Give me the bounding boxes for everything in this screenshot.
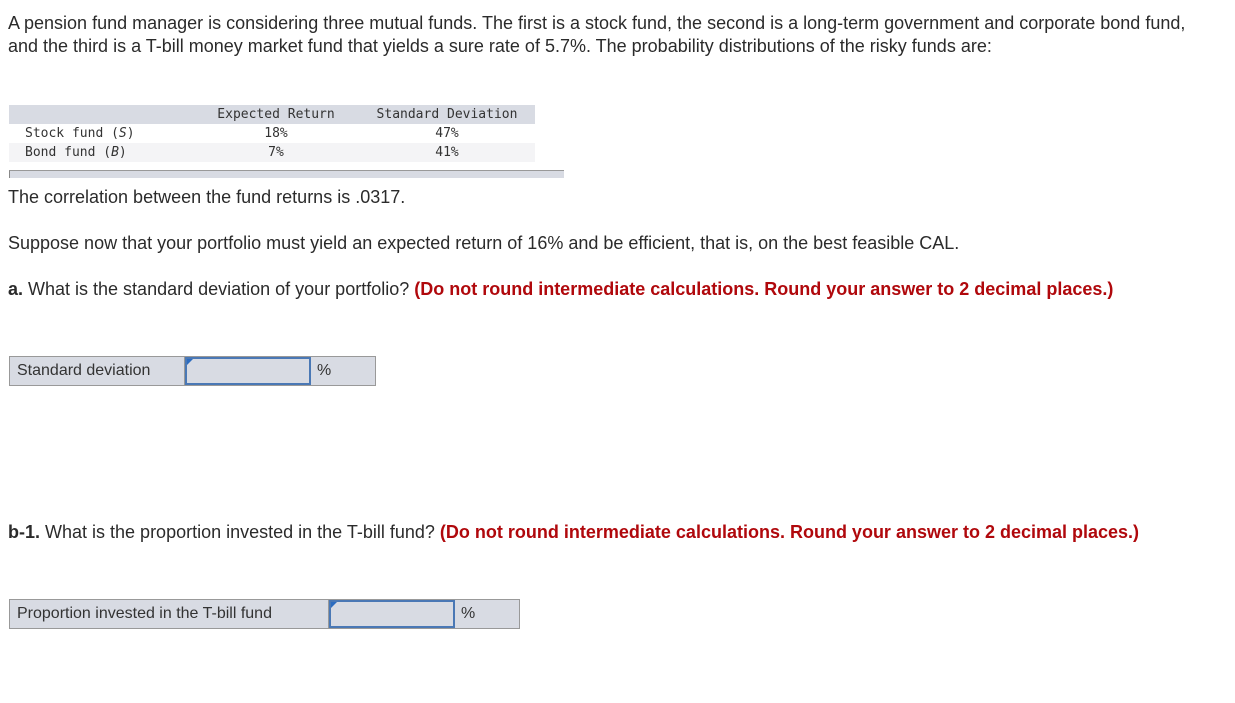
table-row: Stock fund (S) 18% 47% bbox=[9, 124, 535, 143]
fund-name-text: Stock fund ( bbox=[25, 126, 119, 141]
fund-name-close: ) bbox=[118, 145, 127, 160]
question-b1-label: b-1. bbox=[8, 522, 41, 542]
std-dev-label: Standard deviation bbox=[10, 357, 185, 385]
expected-return: 7% bbox=[193, 143, 359, 162]
expected-return: 18% bbox=[193, 124, 359, 143]
tbill-proportion-input[interactable] bbox=[331, 602, 453, 626]
input-flag-icon bbox=[187, 359, 193, 365]
percent-unit: % bbox=[317, 362, 332, 379]
table-row: Bond fund (B) 7% 41% bbox=[9, 143, 535, 162]
answer-row-a: Standard deviation % bbox=[9, 356, 376, 386]
header-blank bbox=[9, 105, 193, 124]
fund-symbol: S bbox=[118, 126, 127, 141]
fund-name: Bond fund (B) bbox=[9, 143, 193, 162]
input-flag-icon bbox=[331, 602, 337, 608]
std-dev-input-wrap[interactable] bbox=[185, 357, 311, 385]
answer-row-b1: Proportion invested in the T-bill fund % bbox=[9, 599, 520, 629]
question-a-instruction: (Do not round intermediate calculations.… bbox=[414, 279, 1114, 299]
fund-table: Expected Return Standard Deviation Stock… bbox=[9, 105, 535, 162]
fund-name: Stock fund (S) bbox=[9, 124, 193, 143]
question-b1-text: What is the proportion invested in the T… bbox=[40, 522, 440, 542]
fund-name-text: Bond fund ( bbox=[25, 145, 112, 160]
tbill-proportion-label: Proportion invested in the T-bill fund bbox=[10, 600, 329, 628]
question-b1: b-1. What is the proportion invested in … bbox=[8, 521, 1158, 544]
fund-name-close: ) bbox=[126, 126, 135, 141]
table-footer-bar bbox=[9, 170, 564, 178]
standard-deviation: 47% bbox=[359, 124, 535, 143]
header-expected-return: Expected Return bbox=[193, 105, 359, 124]
question-a: a. What is the standard deviation of you… bbox=[8, 278, 1158, 301]
intro-text: A pension fund manager is considering th… bbox=[8, 13, 1186, 56]
standard-deviation: 41% bbox=[359, 143, 535, 162]
percent-unit: % bbox=[461, 605, 476, 622]
suppose-text: Suppose now that your portfolio must yie… bbox=[8, 233, 960, 253]
tbill-proportion-input-wrap[interactable] bbox=[329, 600, 455, 628]
table-header-row: Expected Return Standard Deviation bbox=[9, 105, 535, 124]
question-a-label: a. bbox=[8, 279, 24, 299]
question-a-text: What is the standard deviation of your p… bbox=[23, 279, 415, 299]
correlation-text: The correlation between the fund returns… bbox=[8, 187, 406, 207]
fund-symbol: B bbox=[111, 145, 119, 160]
std-dev-input[interactable] bbox=[187, 359, 309, 383]
header-standard-deviation: Standard Deviation bbox=[359, 105, 535, 124]
question-b1-instruction: (Do not round intermediate calculations.… bbox=[439, 522, 1140, 542]
